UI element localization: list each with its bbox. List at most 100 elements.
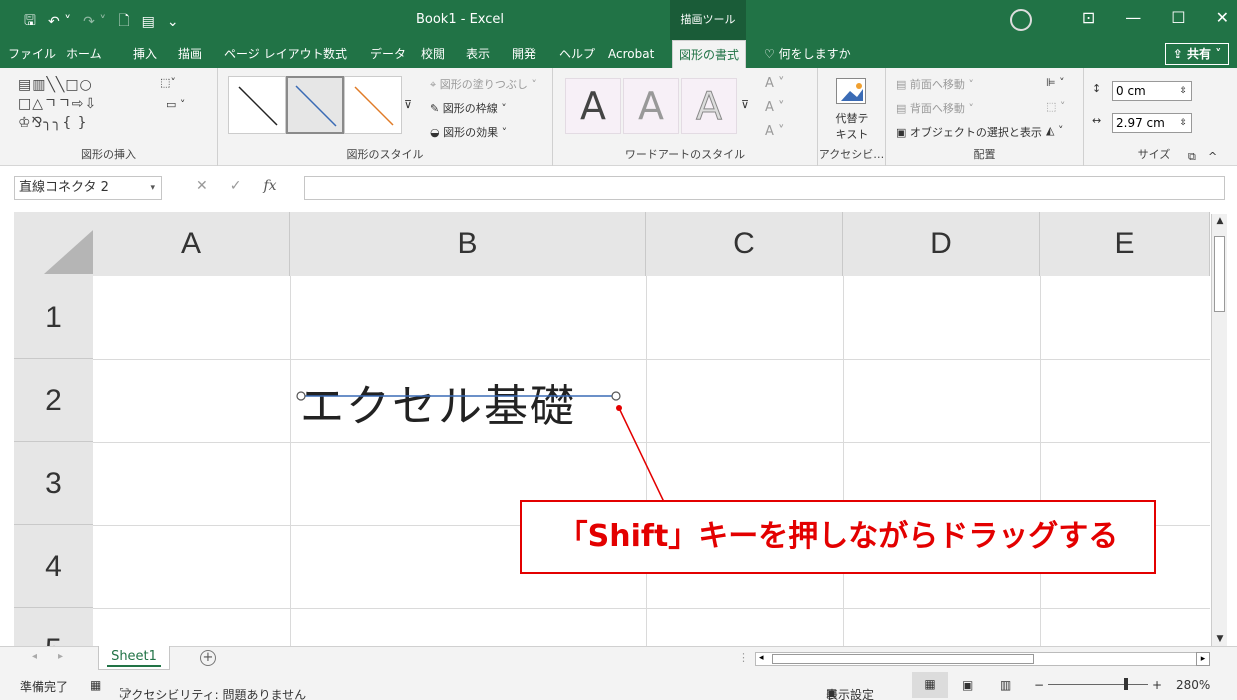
sheet-nav-prev-icon[interactable]: ◂	[32, 651, 37, 662]
bring-forward-button[interactable]: ▤ 前面へ移動 ˅	[896, 76, 974, 92]
alt-text-label-2: キスト	[835, 128, 869, 141]
group-arrange: ▤ 前面へ移動 ˅ ▤ 背面へ移動 ˅ ▣ オブジェクトの選択と表示 ⊫ ˅ ⬚…	[886, 68, 1084, 166]
styles-more-icon[interactable]: ⊽	[404, 98, 412, 111]
shape-outline-label: 図形の枠線	[442, 102, 498, 115]
line-start-handle[interactable]	[296, 391, 306, 401]
shape-height-input[interactable]: 0 cm ⇳	[1112, 81, 1192, 101]
selection-pane-button[interactable]: ▣ オブジェクトの選択と表示	[896, 124, 1042, 140]
line-style-blue[interactable]	[286, 76, 344, 134]
shape-width-input[interactable]: 2.97 cm ⇳	[1112, 113, 1192, 133]
tab-draw[interactable]: 描画	[178, 40, 202, 68]
tab-acrobat[interactable]: Acrobat	[608, 40, 654, 68]
shape-effects-button[interactable]: ◒ 図形の効果 ˅	[430, 124, 507, 140]
bring-forward-label: 前面へ移動	[909, 78, 965, 91]
horizontal-scrollbar[interactable]: ◂	[755, 652, 1210, 666]
user-avatar-icon[interactable]	[1010, 9, 1032, 31]
maximize-icon[interactable]: ☐	[1171, 8, 1185, 27]
send-backward-button[interactable]: ▤ 背面へ移動 ˅	[896, 100, 974, 116]
text-effects-icon[interactable]: A ˅	[765, 124, 785, 139]
line-style-orange[interactable]	[344, 76, 402, 134]
tab-developer[interactable]: 開発	[512, 40, 536, 68]
drawing-tools-context-label: 描画ツール	[670, 0, 746, 40]
normal-view-icon[interactable]: ▦	[912, 672, 948, 698]
tab-home[interactable]: ホーム	[66, 40, 102, 68]
group-size: ↕ 0 cm ⇳ ↔ 2.97 cm ⇳ サイズ ⧉ ^	[1084, 68, 1224, 166]
scroll-right-icon[interactable]: ▸	[1196, 652, 1210, 666]
split-handle-icon[interactable]: ⋮	[738, 651, 749, 664]
text-outline-icon[interactable]: A ˅	[765, 100, 785, 115]
wordart-style-3[interactable]: A	[681, 78, 737, 134]
sheet-tab-sheet1[interactable]: Sheet1	[98, 646, 170, 670]
scroll-up-icon[interactable]: ▲	[1212, 214, 1228, 228]
sheet-nav-next-icon[interactable]: ▸	[58, 651, 63, 662]
page-break-view-icon[interactable]: ▥	[1000, 678, 1011, 692]
selection-pane-icon: ▣	[896, 126, 910, 139]
accessibility-label: アクセシビ…	[818, 148, 885, 161]
wordart-style-1[interactable]: A	[565, 78, 621, 134]
tab-page-layout[interactable]: ページ レイアウト	[224, 40, 324, 68]
tab-view[interactable]: 表示	[466, 40, 490, 68]
horizontal-scroll-thumb[interactable]	[772, 654, 1034, 664]
formula-input[interactable]	[304, 176, 1225, 200]
customize-icon[interactable]: ⌄	[167, 14, 179, 30]
tab-formulas[interactable]: 数式	[323, 40, 347, 68]
save-icon[interactable]: 🖫	[24, 10, 36, 34]
alt-text-icon[interactable]	[836, 78, 866, 104]
scroll-down-icon[interactable]: ▼	[1212, 632, 1228, 646]
width-spinner-icon[interactable]: ⇳	[1179, 114, 1187, 132]
page-layout-view-icon[interactable]: ▣	[962, 678, 973, 692]
tab-insert[interactable]: 挿入	[133, 40, 157, 68]
size-dialog-launcher-icon[interactable]: ⧉	[1188, 150, 1196, 164]
shapes-gallery[interactable]: ▤▥╲╲□○ □△ㄱㄱ⇨⇩ ♔⅋╮╮{ }	[18, 76, 138, 136]
cancel-icon[interactable]: ✕	[196, 178, 208, 194]
rotate-icon[interactable]: ◭ ˅	[1046, 124, 1063, 137]
shape-outline-button[interactable]: ✎ 図形の枠線 ˅	[430, 100, 507, 116]
vertical-scroll-thumb[interactable]	[1214, 236, 1225, 312]
form-icon[interactable]: ▤	[142, 14, 155, 30]
name-box[interactable]: 直線コネクタ 2 ▾	[14, 176, 162, 200]
instruction-callout: 「Shift」キーを押しながらドラッグする	[520, 500, 1156, 574]
macro-record-icon[interactable]: ▦	[90, 678, 101, 692]
enter-icon[interactable]: ✓	[230, 178, 242, 194]
arrange-label: 配置	[973, 148, 996, 161]
close-icon[interactable]: ✕	[1216, 8, 1229, 27]
height-spinner-icon[interactable]: ⇳	[1179, 82, 1187, 100]
window-controls: ⊡ — ☐ ✕	[1082, 8, 1229, 27]
zoom-slider[interactable]	[1048, 684, 1148, 685]
shape-width-value: 2.97 cm	[1116, 116, 1165, 130]
shape-fill-button[interactable]: ⌖ 図形の塗りつぶし ˅	[430, 76, 537, 92]
wordart-style-2[interactable]: A	[623, 78, 679, 134]
tell-me-search[interactable]: ♡ 何をしますか	[764, 40, 851, 68]
textbox-icon[interactable]: ▭ ˅	[166, 98, 185, 111]
zoom-in-icon[interactable]: +	[1152, 678, 1162, 692]
undo-icon[interactable]: ↶ ˅	[48, 14, 71, 30]
alt-text-button[interactable]: 代替テ キスト	[832, 110, 872, 142]
name-box-dropdown-icon[interactable]: ▾	[150, 177, 155, 199]
zoom-slider-thumb[interactable]	[1124, 678, 1128, 690]
tab-review[interactable]: 校閲	[421, 40, 445, 68]
ribbon-display-icon[interactable]: ⊡	[1082, 8, 1095, 27]
add-sheet-icon[interactable]: +	[200, 650, 216, 666]
align-icon[interactable]: ⊫ ˅	[1046, 76, 1065, 89]
scroll-left-icon[interactable]: ◂	[759, 653, 764, 663]
line-end-handle[interactable]	[611, 391, 621, 401]
edit-shape-icon[interactable]: ⬚˅	[160, 76, 176, 89]
collapse-ribbon-icon[interactable]: ^	[1208, 150, 1217, 163]
share-button[interactable]: ⇪ 共有 ˅	[1165, 43, 1229, 65]
minimize-icon[interactable]: —	[1125, 8, 1141, 27]
text-fill-icon[interactable]: A ˅	[765, 76, 785, 91]
tab-shape-format[interactable]: 図形の書式	[672, 40, 747, 68]
zoom-level[interactable]: 280%	[1176, 678, 1210, 692]
redo-icon[interactable]: ↷ ˅	[83, 14, 106, 30]
line-style-black[interactable]	[228, 76, 286, 134]
tab-data[interactable]: データ	[370, 40, 406, 68]
status-bar: 準備完了 ▦ ⛶ アクセシビリティ: 問題ありません ▣ 表示設定 ▦ ▣ ▥ …	[0, 670, 1237, 700]
function-icon[interactable]: fx	[263, 178, 276, 194]
zoom-out-icon[interactable]: −	[1034, 678, 1044, 692]
new-file-icon[interactable]: 🗋	[118, 10, 129, 34]
group-objects-icon[interactable]: ⬚ ˅	[1046, 100, 1065, 113]
vertical-scrollbar[interactable]: ▲ ▼	[1211, 214, 1227, 646]
tab-file[interactable]: ファイル	[8, 40, 56, 68]
tab-help[interactable]: ヘルプ	[559, 40, 595, 68]
wordart-more-icon[interactable]: ⊽	[741, 98, 749, 111]
